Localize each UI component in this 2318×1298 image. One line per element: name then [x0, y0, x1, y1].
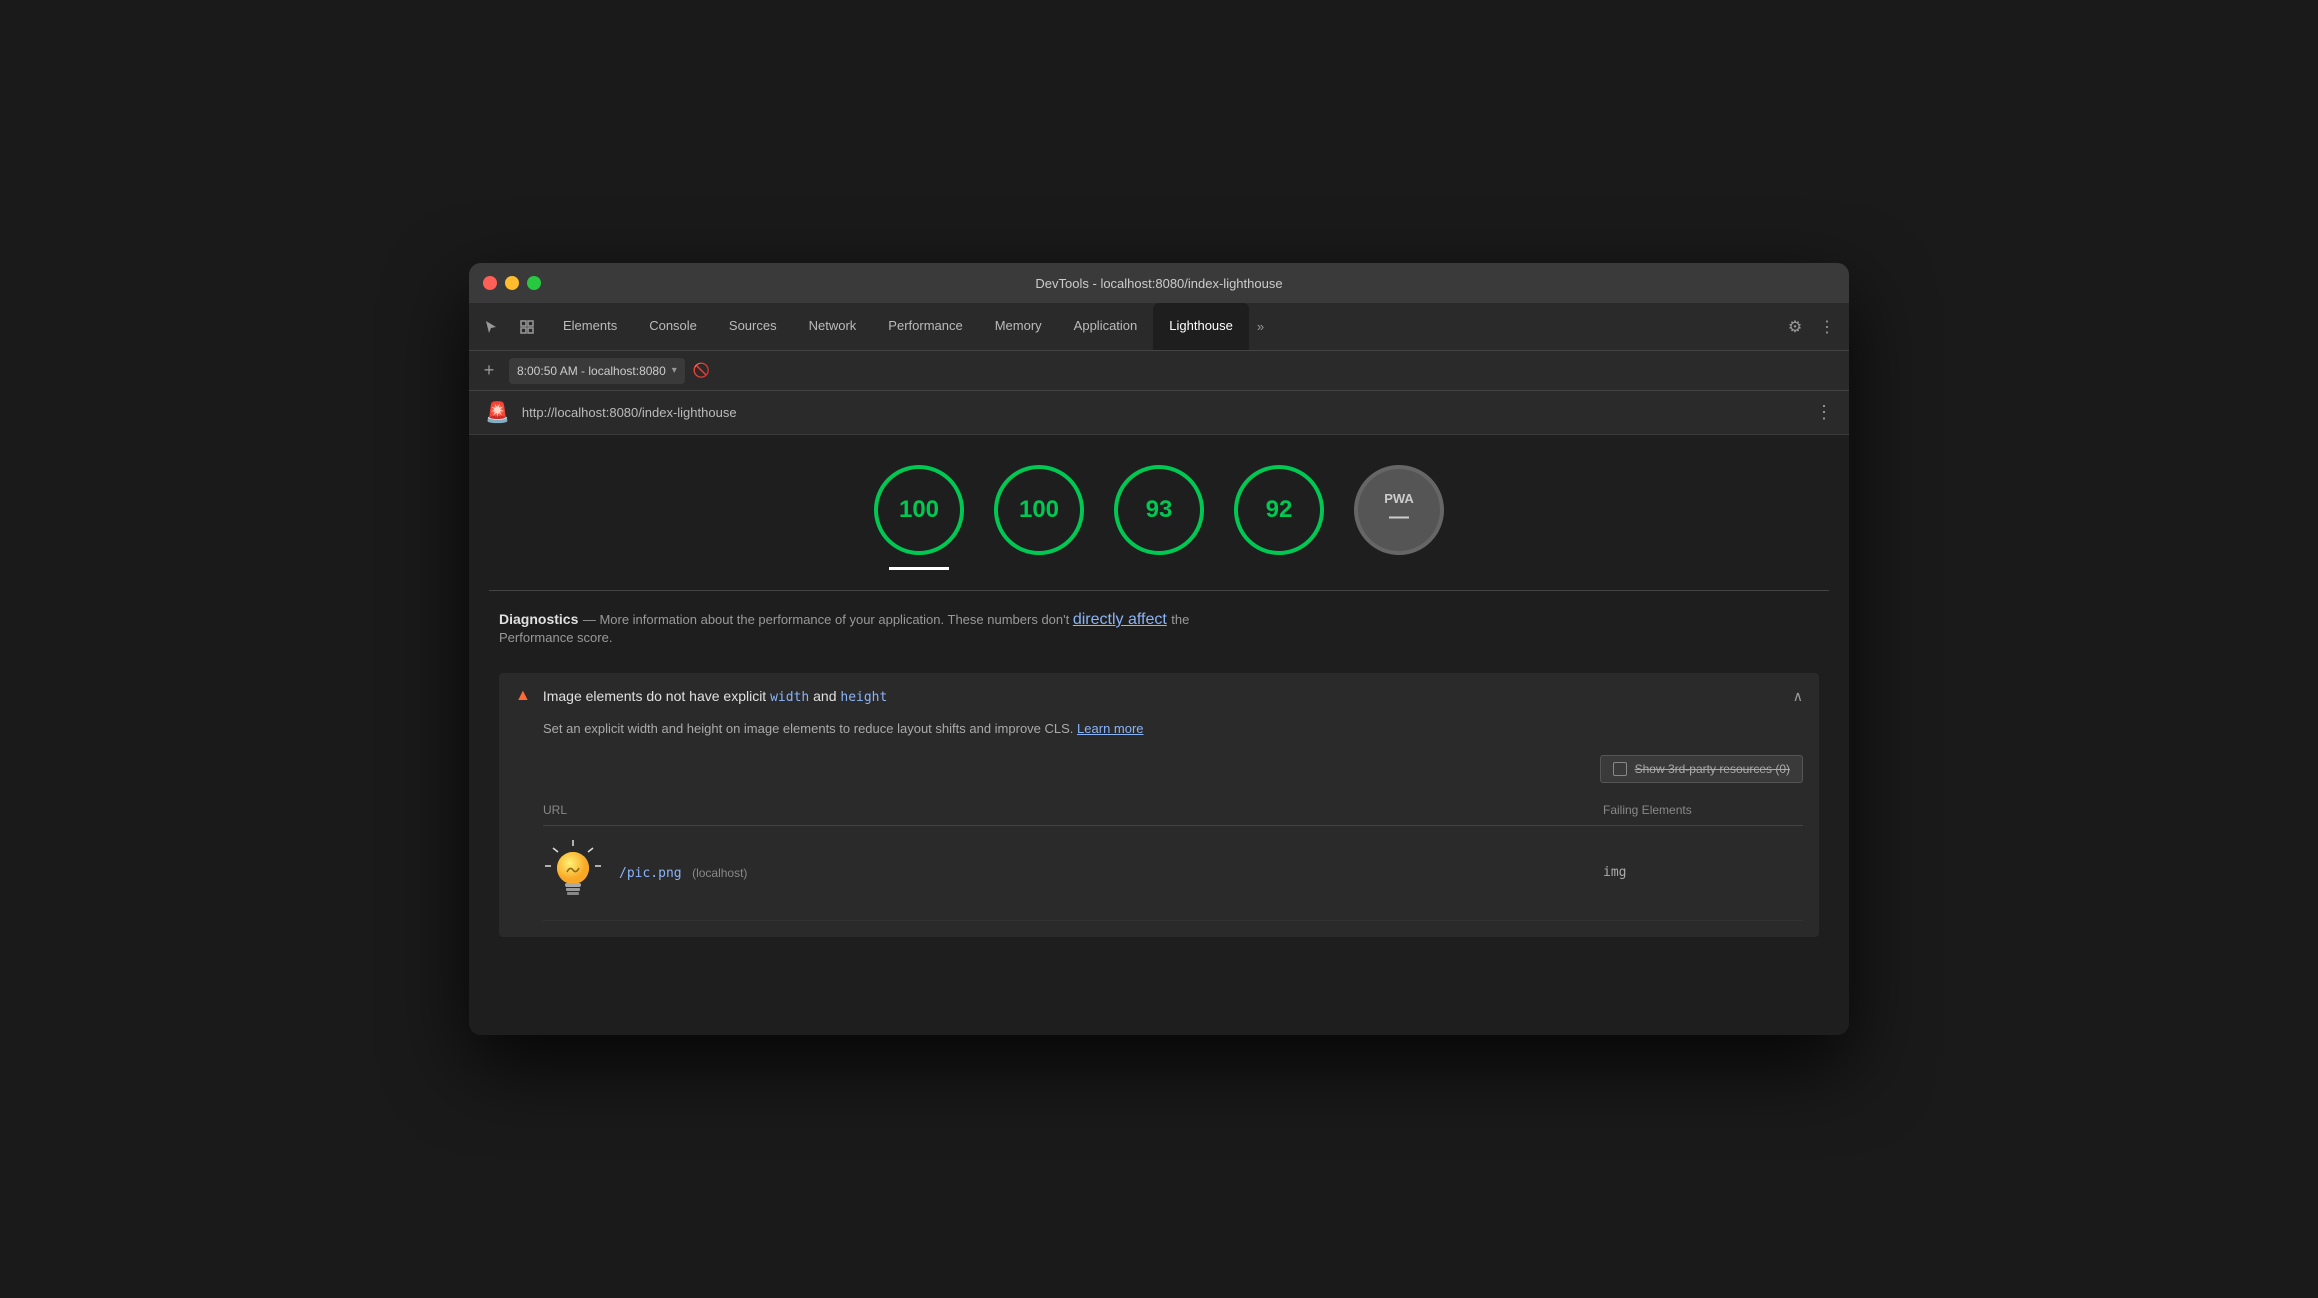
cursor-icon[interactable]: [475, 311, 507, 343]
url-text: 8:00:50 AM - localhost:8080: [517, 364, 666, 378]
more-options-icon[interactable]: ⋮: [1811, 311, 1843, 343]
diagnostics-desc-before: More information about the performance o…: [599, 612, 1072, 627]
settings-icon[interactable]: ⚙: [1779, 311, 1811, 343]
best-practices-score-container: 93: [1114, 465, 1204, 570]
tab-memory[interactable]: Memory: [979, 303, 1058, 350]
lighthouse-more-icon[interactable]: ⋮: [1815, 402, 1833, 423]
title-bar: DevTools - localhost:8080/index-lighthou…: [469, 263, 1849, 303]
pwa-label: PWA: [1384, 491, 1414, 506]
audit-header[interactable]: ▲ Image elements do not have explicit wi…: [499, 673, 1819, 719]
seo-score-value: 92: [1266, 496, 1293, 524]
tab-elements[interactable]: Elements: [547, 303, 633, 350]
accessibility-score-circle[interactable]: 100: [994, 465, 1084, 555]
third-party-toggle[interactable]: Show 3rd-party resources (0): [1600, 755, 1803, 783]
no-entry-icon[interactable]: 🚫: [693, 362, 710, 379]
diagnostics-separator: —: [583, 612, 600, 627]
audit-body: Set an explicit width and height on imag…: [499, 719, 1819, 937]
audit-title: Image elements do not have explicit widt…: [543, 688, 1781, 705]
tab-console[interactable]: Console: [633, 303, 713, 350]
performance-score-underline: [889, 567, 949, 570]
url-display[interactable]: 8:00:50 AM - localhost:8080 ▾: [509, 358, 685, 384]
url-origin: (localhost): [692, 866, 747, 880]
audit-title-width: width: [770, 690, 809, 705]
third-party-label: Show 3rd-party resources (0): [1635, 762, 1790, 776]
scores-row: 100 100 93 92 PWA: [469, 435, 1849, 590]
pwa-dash: —: [1389, 506, 1409, 529]
audit-table: URL Failing Elements: [543, 795, 1803, 921]
audit-warning-icon: ▲: [515, 687, 531, 705]
table-row: /pic.png (localhost) img: [543, 826, 1803, 921]
lighthouse-url-bar: 🚨 http://localhost:8080/index-lighthouse…: [469, 391, 1849, 435]
col-failing-header: Failing Elements: [1603, 803, 1803, 817]
audit-collapse-icon[interactable]: ∧: [1793, 688, 1803, 705]
best-practices-score-circle[interactable]: 93: [1114, 465, 1204, 555]
audit-title-before: Image elements do not have explicit: [543, 688, 770, 704]
audit-title-and: and: [809, 688, 840, 704]
tab-lighthouse[interactable]: Lighthouse: [1153, 303, 1249, 350]
best-practices-score-value: 93: [1146, 496, 1173, 524]
url-cell: /pic.png (localhost): [543, 838, 1603, 908]
diagnostics-line2: Performance score.: [499, 630, 612, 645]
col-url-header: URL: [543, 803, 1603, 817]
performance-score-value: 100: [899, 496, 939, 524]
maximize-button[interactable]: [527, 276, 541, 290]
main-content: 100 100 93 92 PWA: [469, 435, 1849, 1035]
audit-description: Set an explicit width and height on imag…: [543, 719, 1803, 739]
lighthouse-icon: 🚨: [485, 400, 510, 425]
diagnostics-link[interactable]: directly affect: [1073, 611, 1167, 628]
devtools-tabs: Elements Console Sources Network Perform…: [469, 303, 1849, 351]
close-button[interactable]: [483, 276, 497, 290]
diagnostics-section: Diagnostics — More information about the…: [469, 591, 1849, 657]
performance-score-container: 100: [874, 465, 964, 570]
more-tabs-button[interactable]: »: [1249, 319, 1272, 334]
audit-item-image-dimensions: ▲ Image elements do not have explicit wi…: [499, 673, 1819, 937]
diagnostics-desc-after: the: [1171, 612, 1189, 627]
tab-performance[interactable]: Performance: [872, 303, 978, 350]
failing-element: img: [1603, 865, 1803, 880]
seo-score-container: 92: [1234, 465, 1324, 570]
window-title: DevTools - localhost:8080/index-lighthou…: [1035, 276, 1282, 291]
url-info: /pic.png (localhost): [619, 864, 747, 882]
tab-network[interactable]: Network: [793, 303, 873, 350]
learn-more-link[interactable]: Learn more: [1077, 721, 1143, 736]
url-link[interactable]: /pic.png: [619, 866, 682, 881]
lighthouse-url: http://localhost:8080/index-lighthouse: [522, 405, 737, 420]
devtools-window: DevTools - localhost:8080/index-lighthou…: [469, 263, 1849, 1035]
traffic-lights: [483, 276, 541, 290]
diagnostics-title: Diagnostics: [499, 611, 578, 627]
pwa-score-container: PWA —: [1354, 465, 1444, 570]
audit-title-height: height: [840, 690, 887, 705]
inspect-icon[interactable]: [511, 311, 543, 343]
address-bar: + 8:00:50 AM - localhost:8080 ▾ 🚫: [469, 351, 1849, 391]
audit-table-header: URL Failing Elements: [543, 795, 1803, 826]
accessibility-score-container: 100: [994, 465, 1084, 570]
performance-score-circle[interactable]: 100: [874, 465, 964, 555]
third-party-checkbox[interactable]: [1613, 762, 1627, 776]
seo-score-circle[interactable]: 92: [1234, 465, 1324, 555]
image-thumbnail: [543, 838, 603, 908]
new-tab-button[interactable]: +: [477, 360, 501, 381]
lightbulb-icon: [543, 838, 603, 908]
tab-sources[interactable]: Sources: [713, 303, 793, 350]
third-party-row: Show 3rd-party resources (0): [543, 755, 1803, 783]
minimize-button[interactable]: [505, 276, 519, 290]
accessibility-score-value: 100: [1019, 496, 1059, 524]
tab-application[interactable]: Application: [1058, 303, 1154, 350]
pwa-score-circle[interactable]: PWA —: [1354, 465, 1444, 555]
url-dropdown-icon[interactable]: ▾: [672, 365, 677, 376]
